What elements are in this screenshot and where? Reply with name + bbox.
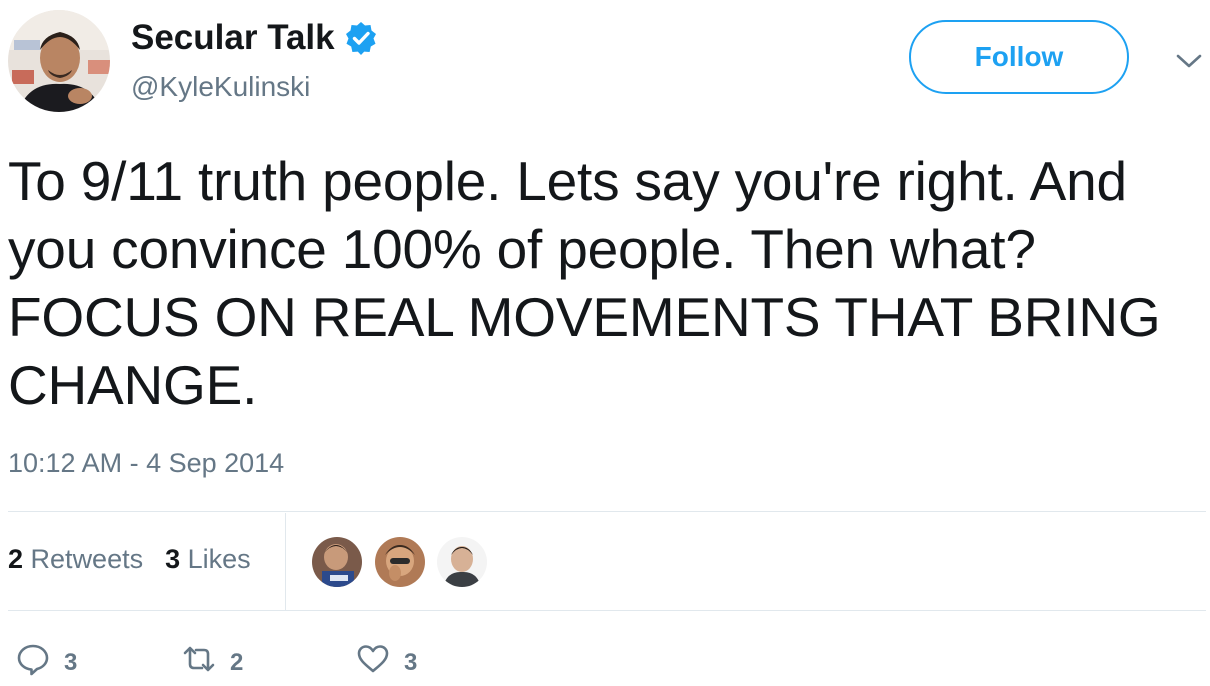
divider-top xyxy=(8,511,1206,512)
liker-avatar[interactable] xyxy=(312,537,362,587)
liker-avatar[interactable] xyxy=(437,537,487,587)
follow-button[interactable]: Follow xyxy=(909,20,1129,94)
tweet-text: To 9/11 truth people. Lets say you're ri… xyxy=(8,150,1161,416)
liker-avatar[interactable] xyxy=(375,537,425,587)
reply-icon xyxy=(16,642,50,683)
verified-badge-icon xyxy=(344,21,378,55)
likes-label: Likes xyxy=(187,544,251,574)
retweet-count: 2 xyxy=(230,648,244,676)
retweet-icon xyxy=(182,642,216,683)
like-count: 3 xyxy=(404,648,418,676)
display-name-text[interactable]: Secular Talk xyxy=(131,17,335,59)
reply-action[interactable]: 3 xyxy=(16,642,77,683)
engagement-stats: 2 Retweets 3 Likes xyxy=(8,544,251,575)
tweet-timestamp[interactable]: 10:12 AM - 4 Sep 2014 xyxy=(8,448,284,479)
likes-stat[interactable]: 3 Likes xyxy=(165,544,251,575)
divider-bottom xyxy=(8,610,1206,611)
author-display-name[interactable]: Secular Talk xyxy=(131,17,378,59)
retweet-action[interactable]: 2 xyxy=(182,642,243,683)
retweets-label: Retweets xyxy=(30,544,144,574)
like-action[interactable]: 3 xyxy=(356,642,417,683)
likes-count: 3 xyxy=(165,544,181,574)
author-handle[interactable]: @KyleKulinski xyxy=(131,70,310,104)
author-avatar[interactable] xyxy=(8,10,110,112)
heart-icon xyxy=(356,642,390,683)
retweets-stat[interactable]: 2 Retweets xyxy=(8,544,143,575)
retweets-count: 2 xyxy=(8,544,24,574)
reply-count: 3 xyxy=(64,648,78,676)
chevron-down-icon[interactable] xyxy=(1174,50,1204,72)
stats-divider xyxy=(285,513,286,610)
